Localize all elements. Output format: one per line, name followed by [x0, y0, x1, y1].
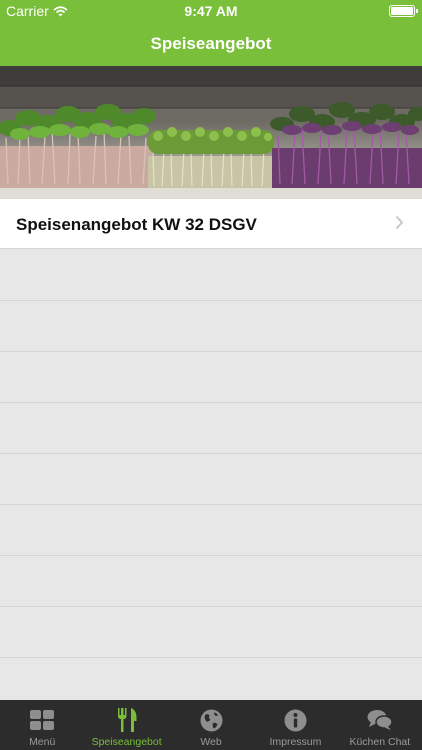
cutlery-icon — [117, 708, 137, 732]
status-bar: Carrier 9:47 AM — [0, 0, 422, 22]
tab-label: Menü — [29, 736, 56, 748]
tab-label: Küchen Chat — [349, 736, 411, 748]
microgreens-right — [270, 102, 422, 188]
list-item-speisenangebot[interactable]: Speisenangebot KW 32 DSGV — [0, 199, 422, 249]
empty-row — [0, 658, 422, 700]
empty-row — [0, 250, 422, 301]
battery-icon — [389, 5, 418, 17]
microgreens-left — [0, 104, 156, 188]
chat-icon — [367, 708, 393, 732]
tab-kuechen-chat[interactable]: Küchen Chat — [338, 700, 422, 750]
tab-label: Impressum — [269, 736, 322, 748]
chevron-right-icon — [395, 215, 404, 230]
tab-bar: Menü Speiseangebot Web Impressum Küchen … — [0, 700, 422, 750]
hero-image-microgreens — [0, 66, 422, 199]
empty-row — [0, 403, 422, 454]
status-time: 9:47 AM — [184, 3, 238, 19]
navigation-bar: Speiseangebot — [0, 22, 422, 66]
tab-speiseangebot[interactable]: Speiseangebot — [84, 700, 168, 750]
grid-icon — [30, 708, 55, 732]
list-item-label: Speisenangebot KW 32 DSGV — [16, 215, 257, 234]
page-title: Speiseangebot — [150, 34, 272, 53]
empty-row — [0, 505, 422, 556]
tab-impressum[interactable]: Impressum — [253, 700, 337, 750]
tab-label: Speiseangebot — [91, 736, 162, 748]
microgreens-middle — [148, 127, 274, 188]
tab-menu[interactable]: Menü — [0, 700, 84, 750]
empty-row — [0, 352, 422, 403]
empty-row — [0, 454, 422, 505]
globe-icon — [200, 708, 223, 732]
empty-row — [0, 607, 422, 658]
tab-label: Web — [200, 736, 222, 748]
empty-row — [0, 556, 422, 607]
empty-row — [0, 301, 422, 352]
info-icon — [284, 708, 307, 732]
tab-web[interactable]: Web — [169, 700, 253, 750]
